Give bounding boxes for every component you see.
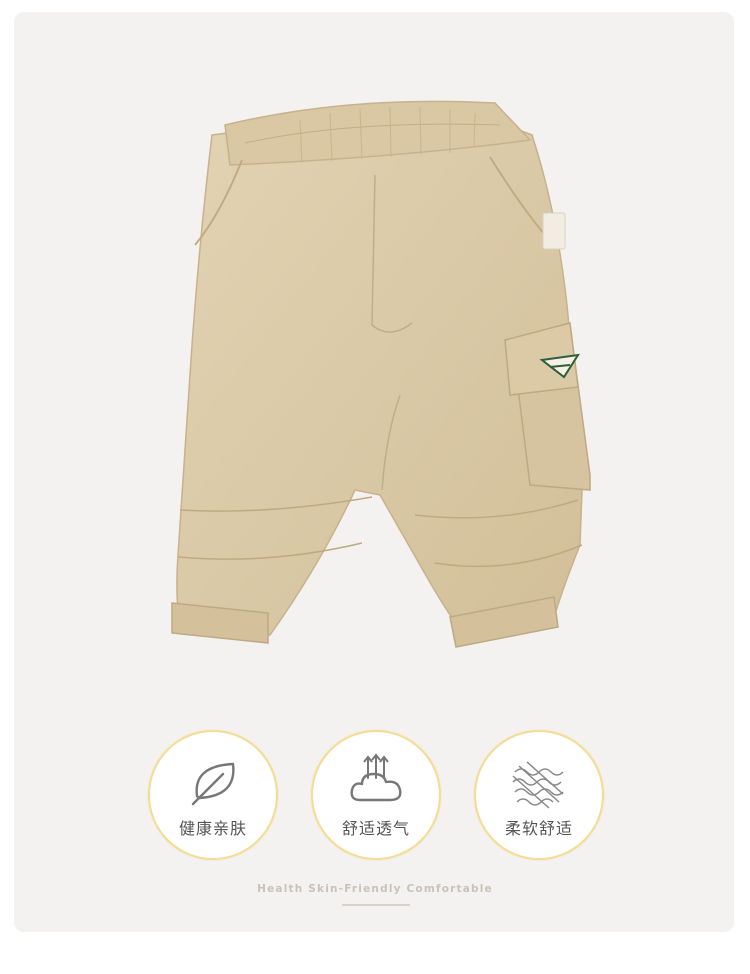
soft-fabric-icon: [512, 761, 564, 809]
feature-item: 舒适透气: [311, 730, 441, 860]
feature-item: 柔软舒适: [474, 730, 604, 860]
feature-label: 舒适透气: [341, 819, 410, 838]
product-image: [171, 100, 591, 648]
leaf-icon: [191, 762, 235, 806]
tagline: Health Skin-Friendly Comfortable: [257, 883, 493, 895]
feature-label: 柔软舒适: [504, 819, 573, 838]
tagline-underline: [342, 904, 410, 906]
feature-item: 健康亲肤: [148, 730, 278, 860]
feature-label: 健康亲肤: [178, 819, 247, 838]
feature-list: 健康亲肤 舒适透气 柔软舒适: [148, 730, 604, 860]
breathable-cloud-icon: [350, 753, 402, 802]
